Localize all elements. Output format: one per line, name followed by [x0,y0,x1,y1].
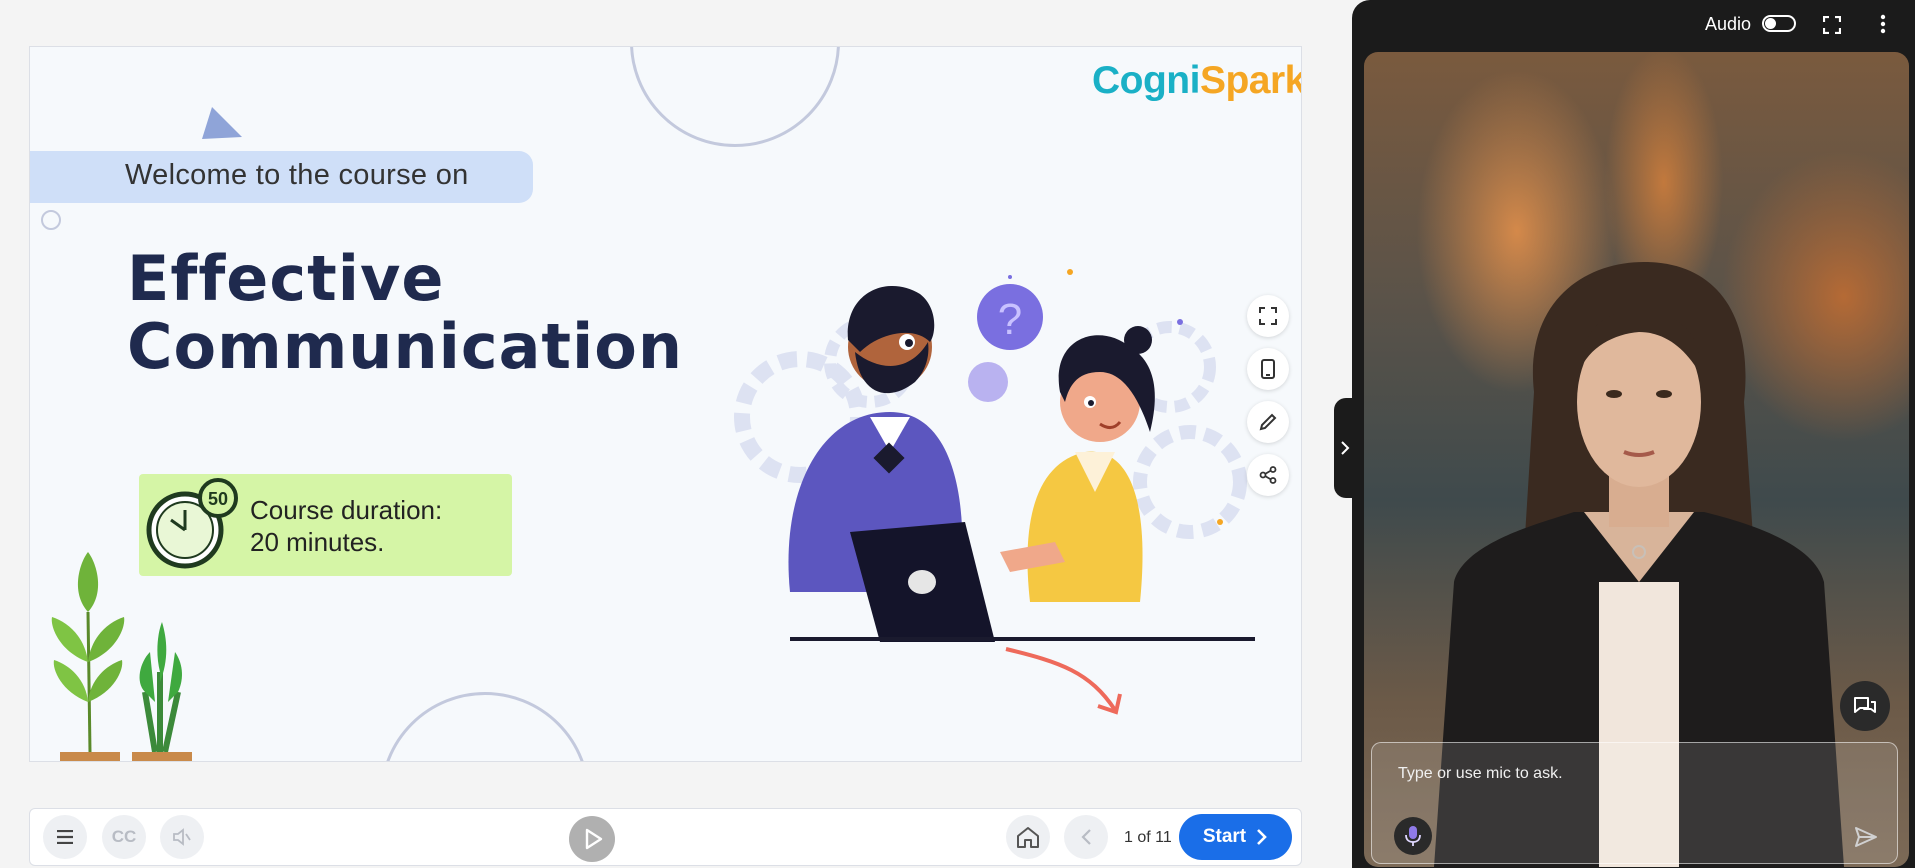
annotate-button[interactable] [1247,401,1289,443]
cognispark-logo: CogniSpark [1092,59,1302,103]
start-button[interactable]: Start [1179,814,1292,860]
home-button[interactable] [1006,815,1050,859]
logo-part2: Spark [1199,59,1302,102]
chat-bubbles-icon [1854,697,1876,713]
fullscreen-icon[interactable] [1823,16,1841,34]
menu-button[interactable] [43,815,87,859]
play-button[interactable] [569,816,615,862]
slide-side-tools [1247,295,1289,507]
decorative-dot [41,210,61,230]
speaker-muted-icon [173,828,191,846]
chevron-right-icon [1257,829,1267,845]
app-root: Welcome to the course on Effective Commu… [0,0,1915,868]
hamburger-icon [57,830,73,844]
chevron-right-icon [1341,441,1350,455]
course-title-line2: Communication [127,310,684,383]
share-icon [1259,466,1277,484]
logo-part1: Cogni [1092,59,1200,102]
duration-text: Course duration: 20 minutes. [250,494,442,558]
svg-text:?: ? [998,295,1022,344]
audio-label: Audio [1705,14,1752,34]
send-icon [1855,827,1877,847]
potted-plants-illustration [51,552,192,761]
share-button[interactable] [1247,454,1289,496]
start-label: Start [1202,826,1247,847]
duration-line2: 20 minutes. [250,527,385,557]
course-slide: Welcome to the course on Effective Commu… [29,46,1302,762]
previous-button[interactable] [1064,815,1108,859]
captions-label: CC [111,827,137,846]
volume-button[interactable] [160,815,204,859]
pencil-icon [1259,413,1277,431]
assistant-panel: Audio [1352,0,1915,868]
mic-button[interactable] [1394,817,1432,855]
captions-button[interactable]: CC [102,815,146,859]
play-icon [585,828,603,850]
microphone-icon [1405,826,1421,846]
expand-icon [1259,307,1277,325]
chat-toggle-button[interactable] [1840,681,1890,731]
decorative-triangle [202,107,242,139]
chevron-left-icon [1081,829,1091,845]
ask-input[interactable] [1398,765,1838,783]
player-toolbar: CC 1 of 11 Start [29,808,1302,866]
welcome-text: Welcome to the course on [125,159,469,191]
course-title: Effective Communication [127,245,683,381]
decorative-circle-bottom [380,692,590,761]
stopwatch-badge: 50 [208,489,228,509]
duration-line1: Course duration: [250,495,443,525]
more-options-icon[interactable] [1879,14,1887,34]
people-laptop-illustration: ? [734,269,1255,715]
mobile-view-button[interactable] [1247,348,1289,390]
phone-icon [1261,359,1275,379]
fullscreen-button[interactable] [1247,295,1289,337]
assistant-panel-header: Audio [1352,0,1915,50]
audio-toggle[interactable] [1762,15,1796,32]
decorative-circle-top [630,47,840,147]
course-title-line1: Effective [127,242,445,315]
ask-box [1371,742,1898,864]
page-indicator: 1 of 11 [1124,829,1172,846]
send-button[interactable] [1850,821,1882,853]
home-icon [1017,827,1039,848]
